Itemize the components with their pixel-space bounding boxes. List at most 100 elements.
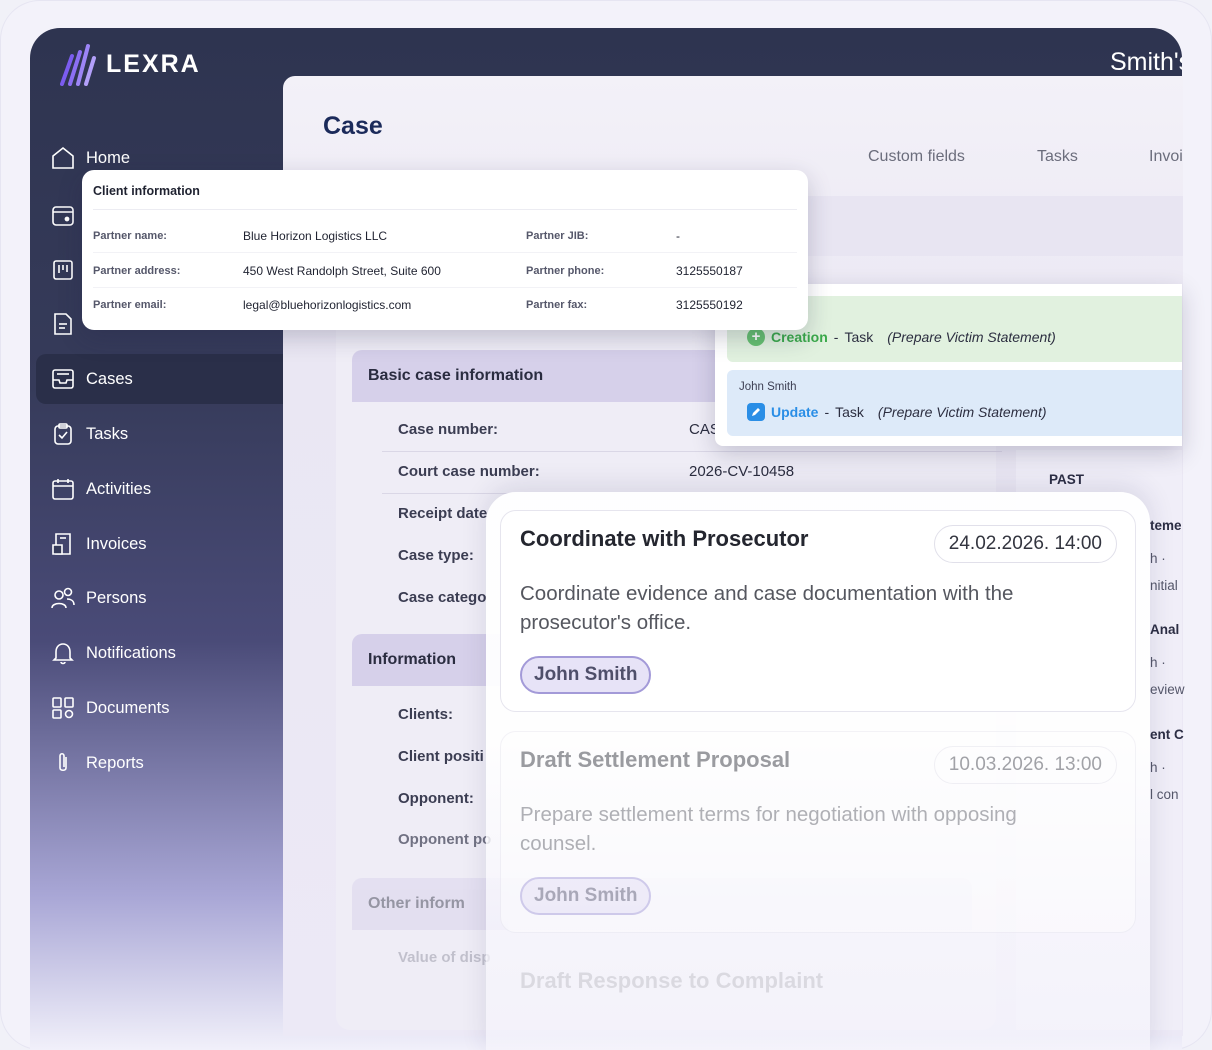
calendar-icon <box>52 206 74 226</box>
task-description: Coordinate evidence and case documentati… <box>520 582 1014 634</box>
task-description: Prepare settlement terms for negotiation… <box>520 803 1017 855</box>
task-title: Draft Settlement Proposal <box>520 747 791 772</box>
history-fragment: ent C <box>1150 727 1184 742</box>
activity-item-update[interactable]: John Smith Update - Task (Prepare Victim… <box>727 370 1182 436</box>
history-fragment: Anal <box>1150 622 1180 637</box>
partner-address-label: Partner address: <box>93 265 181 277</box>
sidebar-item-reports[interactable]: Reports <box>36 738 302 788</box>
partner-name-value: Blue Horizon Logistics LLC <box>243 229 388 243</box>
clients-label: Clients: <box>398 706 454 723</box>
clipboard-check-icon <box>54 423 72 445</box>
court-case-number-label: Court case number: <box>398 463 540 480</box>
sidebar-item-notifications[interactable]: Notifications <box>36 628 302 678</box>
task-due-date: 24.02.2026. 14:00 <box>933 525 1117 563</box>
task-title: Coordinate with Prosecutor <box>520 526 809 551</box>
sidebar-item-label: Notifications <box>86 643 176 662</box>
task-card[interactable]: Draft Settlement Proposal 10.03.2026. 13… <box>500 731 1136 933</box>
sidebar-item-label: Activities <box>86 479 152 498</box>
user-greeting[interactable]: Smith's <box>1110 48 1182 77</box>
tab-invoices[interactable]: Invoi <box>1149 148 1183 166</box>
activity-type: Task <box>835 404 864 420</box>
row-divider <box>382 451 1002 452</box>
lexra-logo-icon <box>60 44 96 86</box>
persons-icon <box>51 587 75 609</box>
value-of-dispute-label: Value of disp <box>398 949 491 966</box>
partner-email-value: legal@bluehorizonlogistics.com <box>243 298 412 312</box>
tab-custom-fields[interactable]: Custom fields <box>868 148 965 166</box>
edit-icon <box>747 403 765 421</box>
history-fragment: teme <box>1150 518 1182 533</box>
activity-subject: (Prepare Victim Statement) <box>887 329 1056 345</box>
case-number-label: Case number: <box>398 421 499 438</box>
partner-phone-value: 3125550187 <box>676 264 743 278</box>
activity-verb: Creation <box>771 329 828 345</box>
sidebar-item-label: Cases <box>86 369 133 388</box>
activity-subject: (Prepare Victim Statement) <box>877 404 1047 420</box>
divider <box>93 287 797 288</box>
partner-fax-value: 3125550192 <box>676 298 743 312</box>
sidebar-item-label: Persons <box>86 588 147 607</box>
partner-fax-label: Partner fax: <box>526 299 588 311</box>
opponent-label: Opponent: <box>398 790 474 807</box>
history-fragment: h · <box>1150 655 1166 670</box>
history-fragment: eview <box>1150 682 1185 697</box>
history-fragment: h · <box>1150 760 1166 775</box>
board-icon <box>53 260 73 280</box>
history-fragment: h · <box>1150 551 1166 566</box>
home-icon <box>52 146 74 169</box>
inbox-icon <box>52 369 74 389</box>
case-category-label: Case catego <box>398 589 487 606</box>
sidebar-item-cases[interactable]: Cases <box>36 354 302 404</box>
task-due-date: 10.03.2026. 13:00 <box>933 746 1117 784</box>
client-information-popup: Client information Partner name: Blue Ho… <box>82 170 808 330</box>
sidebar-item-invoices[interactable]: Invoices <box>36 519 302 569</box>
tab-tasks[interactable]: Tasks <box>1037 148 1078 166</box>
sidebar-item-persons[interactable]: Persons <box>36 573 302 623</box>
sidebar-item-label: Invoices <box>86 534 147 553</box>
brand-logo[interactable]: LEXRA <box>60 42 201 86</box>
past-section-label: PAST <box>1049 472 1085 487</box>
brand-name: LEXRA <box>106 49 201 78</box>
court-case-number-value: 2026-CV-10458 <box>689 463 795 480</box>
bell-icon <box>52 643 74 665</box>
task-card[interactable]: Coordinate with Prosecutor 24.02.2026. 1… <box>500 510 1136 712</box>
tasks-list-overlay: Coordinate with Prosecutor 24.02.2026. 1… <box>486 492 1150 1050</box>
partner-email-label: Partner email: <box>93 299 167 311</box>
client-position-label: Client positi <box>398 748 484 765</box>
sidebar-item-label: Documents <box>86 698 170 717</box>
activity-line: + Creation - Task (Prepare Victim Statem… <box>747 328 1056 346</box>
divider <box>93 209 797 210</box>
receipt-date-label: Receipt date <box>398 505 488 522</box>
sidebar-item-label: Reports <box>86 753 144 772</box>
client-info-title: Client information <box>93 184 200 198</box>
calendar-icon <box>52 479 74 500</box>
activity-line: Update - Task (Prepare Victim Statement) <box>747 403 1047 421</box>
sidebar-item-documents[interactable]: Documents <box>36 683 302 733</box>
sidebar-item-label: Tasks <box>86 424 129 443</box>
assignee-chip[interactable]: John Smith <box>520 877 652 915</box>
partner-jib-label: Partner JIB: <box>526 230 589 242</box>
task-title: Draft Response to Complaint <box>520 968 824 993</box>
sidebar-item-activities[interactable]: Activities <box>36 464 302 514</box>
partner-name-label: Partner name: <box>93 230 167 242</box>
case-type-label: Case type: <box>398 547 474 564</box>
activity-author: John Smith <box>739 381 797 393</box>
history-fragment: l con <box>1150 787 1179 802</box>
activity-verb: Update <box>771 404 819 420</box>
documents-icon <box>52 697 74 719</box>
activity-type: Task <box>844 329 874 345</box>
sidebar-item-label: Home <box>86 148 131 167</box>
document-icon <box>54 313 72 335</box>
partner-phone-label: Partner phone: <box>526 265 605 277</box>
sidebar-item-tasks[interactable]: Tasks <box>36 409 302 459</box>
activity-dash: - <box>824 404 830 420</box>
opponent-position-label: Opponent po <box>398 831 492 848</box>
plus-icon: + <box>747 328 765 346</box>
invoice-icon <box>52 533 71 555</box>
partner-jib-value: - <box>676 229 680 243</box>
assignee-chip[interactable]: John Smith <box>520 656 652 694</box>
activity-dash: - <box>833 329 839 345</box>
partner-address-value: 450 West Randolph Street, Suite 600 <box>243 264 441 278</box>
paperclip-icon <box>59 752 67 772</box>
divider <box>93 252 797 253</box>
